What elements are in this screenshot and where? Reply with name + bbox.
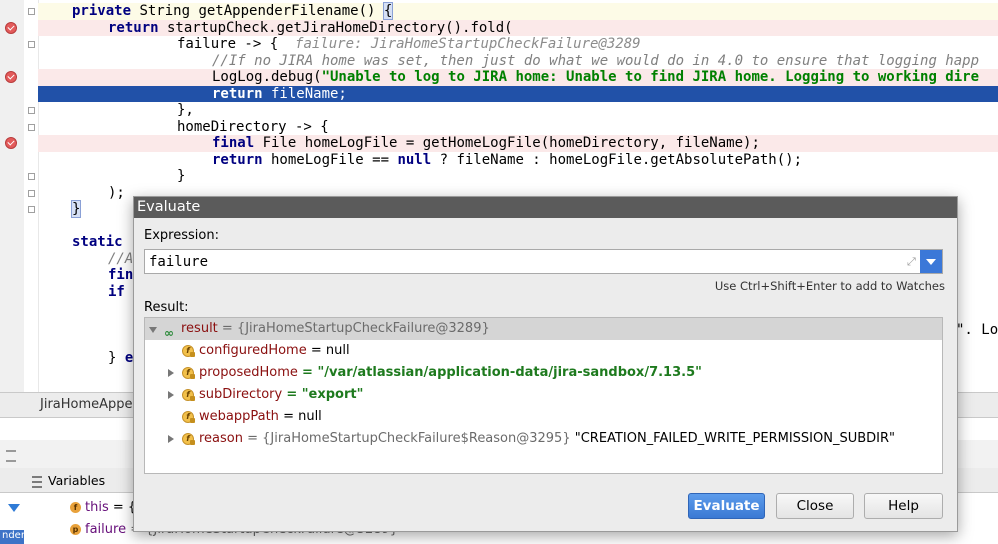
code-line[interactable]: homeDirectory -> { — [38, 119, 998, 136]
fold-marker-icon[interactable] — [28, 173, 35, 180]
code-line[interactable]: LogLog.debug("Unable to log to JIRA home… — [38, 69, 998, 86]
expand-arrow-icon[interactable] — [168, 391, 174, 399]
tree-row-reason[interactable]: f reason = {JiraHomeStartupCheckFailure$… — [145, 428, 942, 450]
code-line[interactable]: failure -> { failure: JiraHomeStartupChe… — [38, 36, 998, 53]
fold-marker-icon[interactable] — [28, 8, 35, 15]
close-button[interactable]: Close — [776, 493, 854, 519]
evaluate-dialog: Evaluate Expression: ⤢ Use Ctrl+Shift+En… — [133, 196, 958, 532]
expand-arrow-icon[interactable] — [168, 369, 174, 377]
tree-row-configuredHome[interactable]: f configuredHome = null — [145, 340, 942, 362]
code-line[interactable]: final File homeLogFile = getHomeLogFile(… — [38, 135, 998, 152]
code-line[interactable]: } — [38, 168, 998, 185]
expand-icon[interactable]: ⤢ — [907, 255, 916, 269]
breakpoint-icon[interactable] — [5, 137, 17, 149]
result-label: Result: — [144, 300, 189, 315]
expression-field[interactable]: ⤢ — [144, 249, 943, 274]
variables-title: Variables — [48, 473, 106, 488]
lock-icon — [190, 418, 195, 423]
history-dropdown-button[interactable] — [920, 250, 942, 273]
expression-input[interactable] — [149, 252, 889, 271]
fold-marker-icon[interactable] — [28, 123, 35, 131]
evaluate-button[interactable]: Evaluate — [688, 493, 765, 519]
lock-icon — [190, 352, 195, 357]
editor-gutter[interactable] — [0, 0, 24, 392]
code-line[interactable]: return startupCheck.getJiraHomeDirectory… — [38, 19, 998, 36]
code-line[interactable]: }, — [38, 102, 998, 119]
editor-tab-file[interactable]: JiraHomeAppen — [40, 397, 141, 412]
overflow-text: ". Lo — [956, 322, 998, 338]
tree-row-result[interactable]: ∞ result = {JiraHomeStartupCheckFailure@… — [145, 318, 942, 340]
expression-label: Expression: — [144, 228, 219, 243]
variables-icon — [32, 476, 42, 488]
lock-icon — [190, 440, 195, 445]
expand-arrow-icon[interactable] — [168, 435, 174, 443]
breakpoint-icon[interactable] — [5, 71, 17, 83]
code-line[interactable]: return homeLogFile == null ? fileName : … — [38, 152, 998, 169]
fold-marker-icon[interactable] — [28, 107, 35, 114]
code-line[interactable]: return fileName; — [38, 85, 998, 102]
side-button[interactable]: nder — [0, 530, 24, 544]
code-line[interactable]: private String getAppenderFilename() { — [38, 2, 998, 20]
tree-row-webappPath[interactable]: f webappPath = null — [145, 406, 942, 428]
fold-marker-icon[interactable] — [28, 41, 35, 48]
expand-arrow-icon[interactable] — [149, 327, 157, 333]
lock-icon — [190, 396, 195, 401]
fold-marker-icon[interactable] — [28, 189, 35, 197]
code-line[interactable]: //If no JIRA home was set, then just do … — [38, 53, 998, 70]
param-icon: p — [70, 524, 81, 535]
result-tree[interactable]: ∞ result = {JiraHomeStartupCheckFailure@… — [144, 317, 943, 474]
watch-hint: Use Ctrl+Shift+Enter to add to Watches — [714, 279, 945, 293]
tree-row-proposedHome[interactable]: f proposedHome = "/var/atlassian/applica… — [145, 362, 942, 384]
tree-row-subDirectory[interactable]: f subDirectory = "export" — [145, 384, 942, 406]
filter-icon[interactable] — [8, 504, 20, 512]
lock-icon — [190, 374, 195, 379]
toolbar-lines-icon[interactable] — [6, 450, 16, 462]
help-button[interactable]: Help — [864, 493, 943, 519]
breakpoint-icon[interactable] — [5, 21, 17, 34]
dialog-title[interactable]: Evaluate — [134, 197, 957, 218]
field-icon: f — [70, 502, 81, 513]
fold-marker-icon[interactable] — [28, 206, 35, 213]
